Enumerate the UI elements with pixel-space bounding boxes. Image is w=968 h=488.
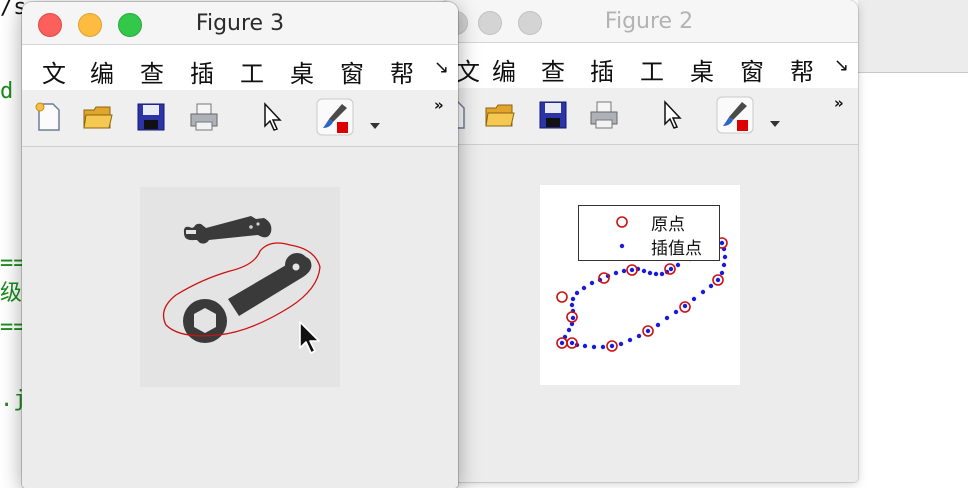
legend-label-interp: 插值点 [651, 239, 702, 259]
brush-dropdown-icon[interactable] [770, 112, 780, 131]
toolbar-overflow-icon[interactable]: » [434, 96, 444, 114]
open-folder-icon[interactable] [484, 100, 516, 134]
menu-tools[interactable]: 工 [240, 54, 264, 89]
legend: 原点 插值点 [578, 205, 720, 261]
raw-point [556, 291, 568, 303]
menu-desktop[interactable]: 桌 [690, 52, 714, 87]
figure-3-window[interactable]: Figure 3 文 编 查 插 工 桌 窗 帮 ↘ » [22, 2, 458, 488]
interp-point [618, 341, 624, 347]
menu-insert[interactable]: 插 [590, 52, 614, 87]
menu-tools[interactable]: 工 [640, 52, 664, 87]
print-icon[interactable] [188, 102, 220, 136]
toolbar-overflow-icon[interactable]: » [834, 94, 844, 112]
menu-help[interactable]: 帮 [390, 54, 414, 89]
interp-point [569, 302, 575, 308]
print-icon[interactable] [588, 100, 620, 134]
save-icon[interactable] [538, 100, 568, 134]
window-title: Figure 3 [195, 11, 285, 36]
interp-point [673, 309, 679, 315]
interp-point [682, 303, 688, 309]
legend-entry-interp: 插值点 [579, 233, 721, 259]
interp-point [721, 262, 727, 268]
editor-fragment: d [0, 79, 14, 104]
interp-point [641, 268, 647, 274]
interp-point [629, 267, 635, 273]
window-title: Figure 2 [604, 9, 694, 34]
menu-file[interactable]: 文 [42, 54, 66, 89]
interp-point [582, 343, 588, 349]
menu-window[interactable]: 窗 [340, 54, 364, 89]
interp-point [581, 285, 587, 291]
image-axes [140, 187, 340, 387]
figure-canvas: 原点 插值点 [440, 145, 858, 482]
brush-icon[interactable] [316, 98, 354, 140]
figure-toolbar: » [22, 90, 458, 147]
dot-marker-icon [619, 243, 625, 249]
open-folder-icon[interactable] [82, 102, 114, 136]
interp-point [691, 296, 697, 302]
brush-dropdown-icon[interactable] [370, 114, 380, 133]
menu-bar: 文 编 查 插 工 桌 窗 帮 ↘ [22, 44, 458, 92]
interp-point [569, 340, 575, 346]
legend-label-raw: 原点 [651, 215, 685, 235]
open-circle-marker-icon [616, 216, 628, 228]
interp-point [600, 344, 606, 350]
pointer-icon[interactable] [662, 100, 684, 134]
menu-view[interactable]: 查 [541, 52, 565, 87]
legend-entry-raw: 原点 [579, 209, 721, 235]
interp-point [574, 290, 580, 296]
interp-point [645, 328, 651, 334]
interp-point [609, 343, 615, 349]
mouse-pointer-icon [299, 321, 320, 354]
menu-overflow-icon[interactable]: ↘ [834, 55, 849, 76]
figure-2-window[interactable]: Figure 2 文 编 查 插 工 桌 窗 帮 ↘ » 原点 插值点 [440, 0, 858, 482]
interp-point [559, 340, 565, 346]
interp-point [668, 266, 674, 272]
figure-canvas [22, 147, 458, 488]
menu-bar: 文 编 查 插 工 桌 窗 帮 ↘ [440, 42, 858, 90]
interp-point [570, 315, 576, 321]
interp-point [659, 271, 665, 277]
interp-point [589, 280, 595, 286]
interp-point [715, 277, 721, 283]
save-icon[interactable] [136, 102, 166, 136]
interp-point [653, 271, 659, 277]
menu-edit[interactable]: 编 [90, 54, 114, 89]
menu-desktop[interactable]: 桌 [290, 54, 314, 89]
interp-point [627, 337, 633, 343]
menu-overflow-icon[interactable]: ↘ [434, 57, 449, 78]
interp-point [566, 327, 572, 333]
menu-help[interactable]: 帮 [790, 52, 814, 87]
wrench-image [162, 216, 321, 343]
menu-insert[interactable]: 插 [190, 54, 214, 89]
brush-icon[interactable] [716, 96, 754, 138]
interp-point [621, 268, 627, 274]
pointer-icon[interactable] [262, 102, 284, 136]
menu-edit[interactable]: 编 [492, 52, 516, 87]
interp-point [708, 283, 714, 289]
interp-point [655, 322, 661, 328]
interp-point [570, 296, 576, 302]
interp-point [719, 270, 725, 276]
menu-file[interactable]: 文 [456, 52, 480, 87]
large-wrench-icon [183, 253, 312, 343]
figure-toolbar: » [440, 88, 858, 145]
window-titlebar[interactable]: Figure 3 [22, 2, 458, 44]
interp-point [591, 344, 597, 350]
menu-window[interactable]: 窗 [740, 52, 764, 87]
menu-view[interactable]: 查 [140, 54, 164, 89]
interp-point [613, 270, 619, 276]
new-figure-icon[interactable] [34, 102, 64, 136]
plot-axes: 原点 插值点 [540, 185, 740, 385]
small-wrench-icon [183, 216, 272, 244]
interp-point [636, 333, 642, 339]
interp-point [647, 270, 653, 276]
window-titlebar[interactable]: Figure 2 [440, 0, 858, 42]
interp-point [664, 315, 670, 321]
background-window-strip [858, 0, 968, 73]
interp-point [675, 262, 681, 268]
interp-point [700, 289, 706, 295]
interp-point [722, 254, 728, 260]
